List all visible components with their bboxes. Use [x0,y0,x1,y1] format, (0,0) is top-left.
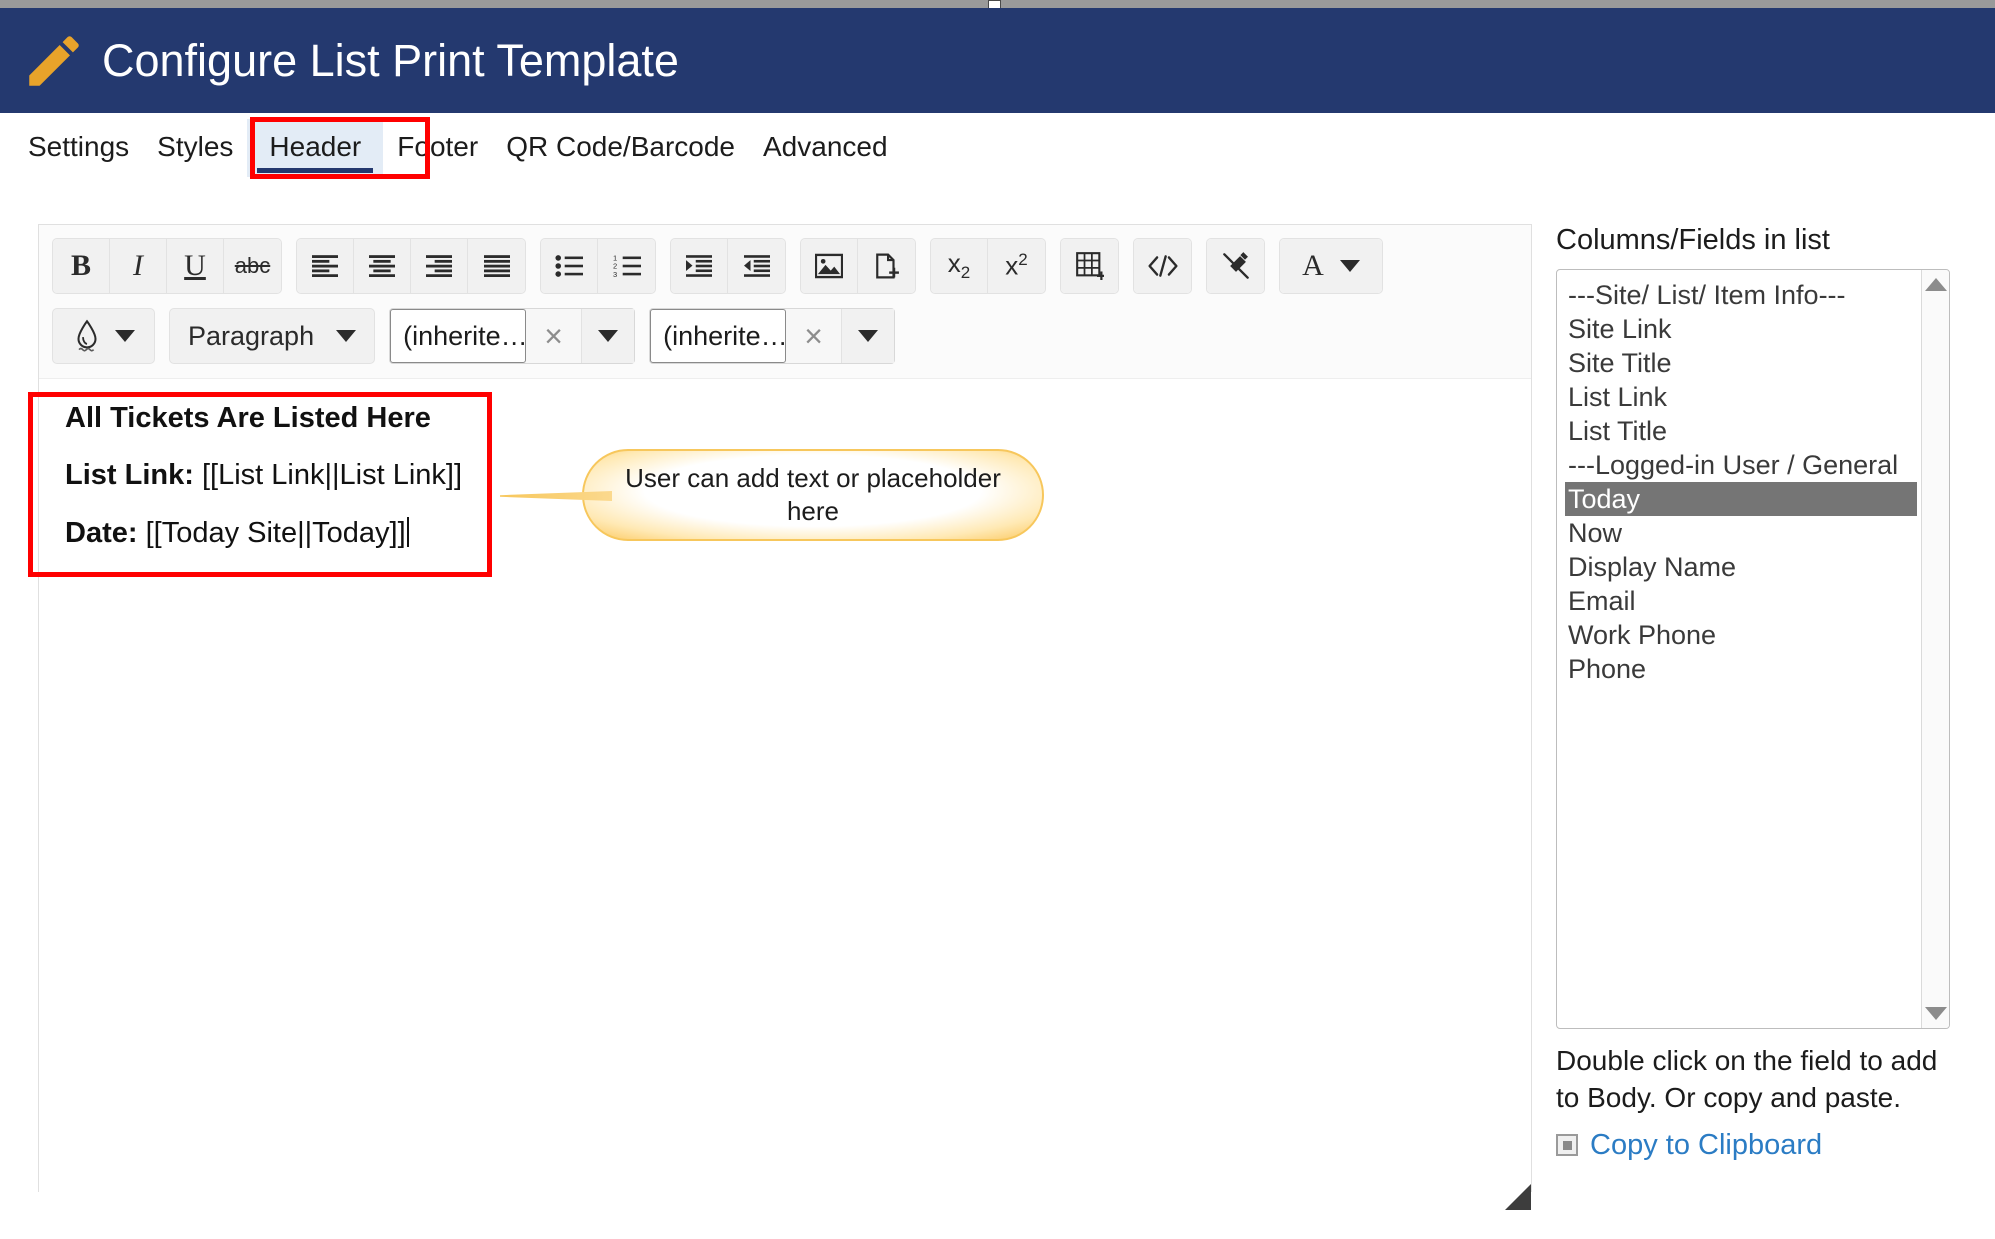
tab-bar: Settings Styles Header Footer QR Code/Ba… [0,113,1995,177]
indent-increase-icon[interactable] [671,239,728,293]
insert-table-icon[interactable] [1061,239,1118,293]
font-size-caret-icon[interactable] [858,330,879,342]
bold-icon[interactable]: B [53,239,110,293]
tab-advanced[interactable]: Advanced [749,121,902,177]
toolbar-group-remove-format [1206,238,1265,294]
list-item[interactable]: List Title [1565,414,1921,448]
font-size-value[interactable]: (inherite… [650,309,787,363]
toolbar-group-font-color: A [1279,238,1383,294]
callout-bubble: User can add text or placeholder here [500,449,1044,541]
pencil-icon [18,26,90,96]
superscript-icon[interactable]: x2 [988,239,1045,293]
toolbar-row-2: Paragraph (inherite… × (inherite… × [52,308,1531,364]
font-size-select[interactable]: (inherite… × [649,308,896,364]
tab-qr-code-barcode[interactable]: QR Code/Barcode [492,121,749,177]
list-item[interactable]: List Link [1565,380,1921,414]
paragraph-format-select[interactable]: Paragraph [169,308,376,364]
list-item[interactable]: ---Logged-in User / General [1565,448,1921,482]
editor-toolbar: B I U abc 1 2 3 x2 x2 A Paragraph (inher… [39,225,1531,378]
paragraph-caret-icon[interactable] [336,330,357,342]
date-label: Date: [65,516,138,549]
font-color-icon[interactable]: A [1280,239,1382,293]
toolbar-group-indent [670,238,786,294]
strikethrough-icon[interactable]: abc [224,239,281,293]
text-cursor [406,516,409,547]
date-placeholder: [[Today Site||Today]] [145,516,406,549]
tab-footer[interactable]: Footer [383,121,492,177]
highlight-color-icon[interactable] [52,308,155,364]
rich-text-editor: B I U abc 1 2 3 x2 x2 A Paragraph (inher… [38,224,1532,1210]
font-family-select[interactable]: (inherite… × [389,308,636,364]
list-item[interactable]: Site Link [1565,312,1921,346]
fields-list-scrollbar[interactable] [1921,270,1949,1028]
underline-icon[interactable]: U [167,239,224,293]
list-item[interactable]: ---Site/ List/ Item Info--- [1565,278,1921,312]
list-item[interactable]: Now [1565,516,1921,550]
list-link-placeholder: [[List Link||List Link]] [201,459,463,492]
align-center-icon[interactable] [354,239,411,293]
italic-icon[interactable]: I [110,239,167,293]
font-color-caret-icon[interactable] [1339,260,1360,272]
paragraph-format-value: Paragraph [188,320,315,351]
callout-text: User can add text or placeholder here [625,462,1001,526]
remove-format-icon[interactable] [1207,239,1264,293]
window-top-strip [0,0,1995,9]
fields-list[interactable]: ---Site/ List/ Item Info--- Site Link Si… [1557,270,1921,1028]
source-code-icon[interactable] [1134,239,1191,293]
list-item[interactable]: Site Title [1565,346,1921,380]
tab-header[interactable]: Header [247,119,384,177]
list-item[interactable]: Display Name [1565,550,1921,584]
page-header: Configure List Print Template [0,8,1995,113]
editor-title-text: All Tickets Are Listed Here [65,402,431,434]
toolbar-row-1: B I U abc 1 2 3 x2 x2 A [52,238,1531,294]
toolbar-group-script: x2 x2 [930,238,1046,294]
align-justify-icon[interactable] [468,239,525,293]
subscript-icon[interactable]: x2 [931,239,988,293]
font-size-clear-icon[interactable]: × [786,309,842,363]
scroll-up-icon[interactable] [1924,278,1947,291]
scroll-down-icon[interactable] [1924,1007,1947,1020]
font-family-value[interactable]: (inherite… [390,309,527,363]
highlight-caret-icon[interactable] [114,330,135,342]
page-title: Configure List Print Template [102,34,679,86]
align-right-icon[interactable] [411,239,468,293]
tab-styles[interactable]: Styles [143,121,247,177]
toolbar-group-table [1060,238,1119,294]
tab-settings[interactable]: Settings [14,121,143,177]
insert-file-icon[interactable] [858,239,915,293]
list-link-label: List Link: [65,459,194,492]
editor-resize-handle[interactable] [1505,1184,1531,1210]
align-left-icon[interactable] [297,239,354,293]
copy-to-clipboard-row[interactable]: Copy to Clipboard [1556,1129,1956,1162]
toolbar-group-lists: 123 [540,238,656,294]
numbered-list-icon[interactable]: 123 [598,239,655,293]
fields-listbox[interactable]: ---Site/ List/ Item Info--- Site Link Si… [1556,269,1950,1029]
svg-text:3: 3 [613,270,617,277]
fields-panel-hint: Double click on the field to add to Body… [1556,1045,1938,1113]
fields-panel-title: Columns/Fields in list [1556,224,1830,256]
font-family-caret-icon[interactable] [598,330,619,342]
insert-image-icon[interactable] [801,239,858,293]
toolbar-group-insert [800,238,916,294]
toolbar-group-source [1133,238,1192,294]
toolbar-group-text-style: B I U abc [52,238,282,294]
fields-panel: Columns/Fields in list ---Site/ List/ It… [1556,224,1956,1214]
editor-line-title: All Tickets Are Listed Here [65,401,1505,436]
font-family-clear-icon[interactable]: × [526,309,582,363]
toolbar-group-alignment [296,238,526,294]
annotation-callout: User can add text or placeholder here [500,449,1044,541]
list-item[interactable]: Email [1565,584,1921,618]
list-item-selected[interactable]: Today [1565,482,1917,516]
bulleted-list-icon[interactable] [541,239,598,293]
copy-to-clipboard-link[interactable]: Copy to Clipboard [1590,1129,1822,1162]
clipboard-icon [1556,1134,1578,1157]
indent-decrease-icon[interactable] [728,239,785,293]
list-item[interactable]: Phone [1565,652,1921,686]
list-item[interactable]: Work Phone [1565,618,1921,652]
